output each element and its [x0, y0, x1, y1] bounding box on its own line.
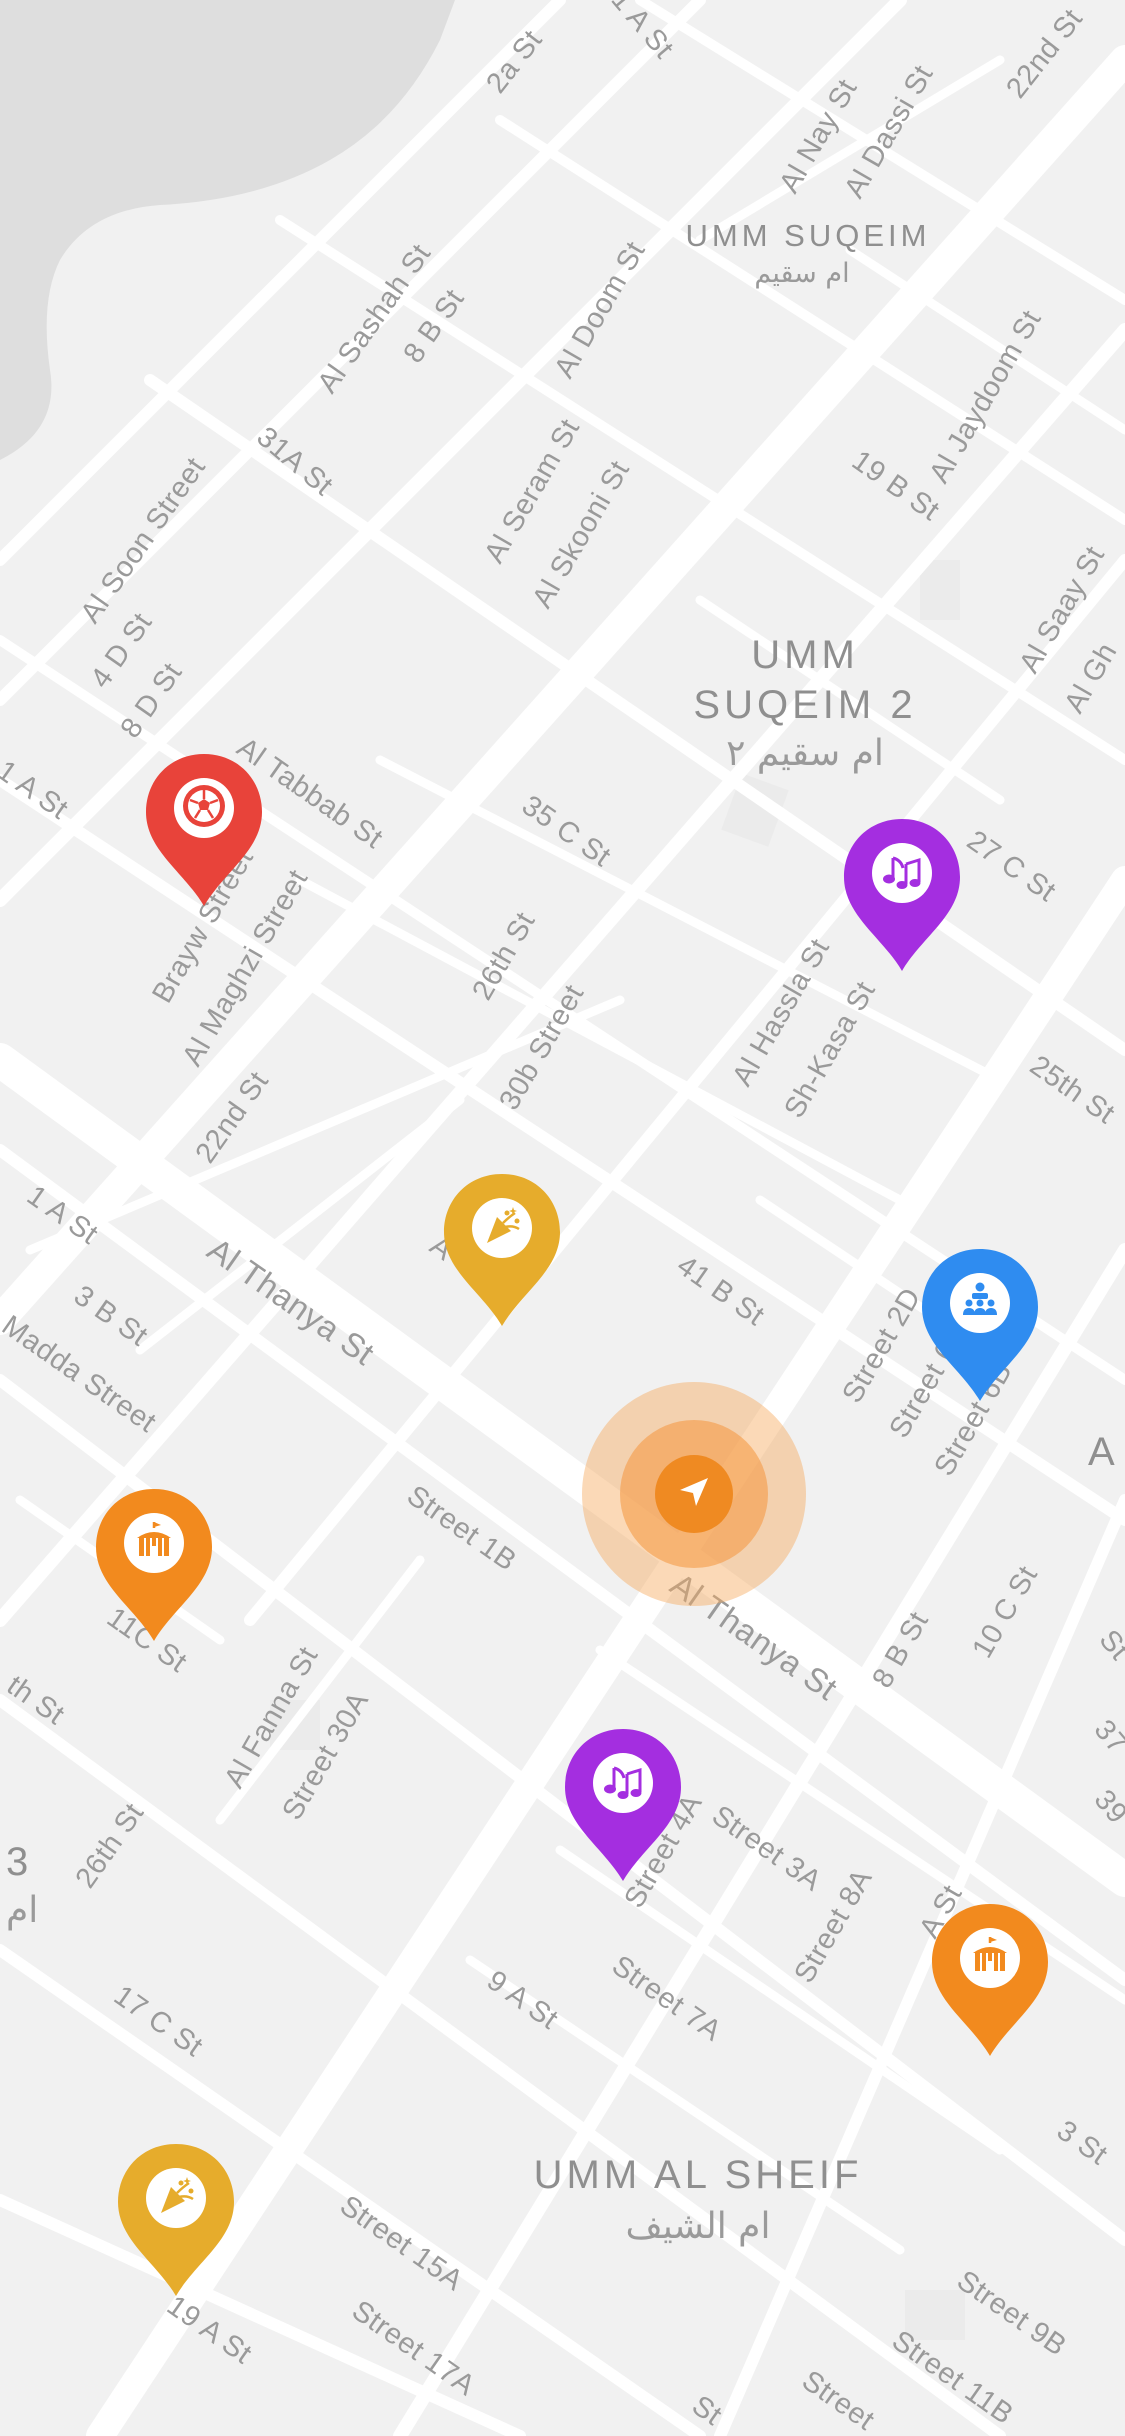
street-label: 25th St: [1024, 1050, 1121, 1131]
event-pin-sports[interactable]: [142, 750, 266, 910]
circus-tent-icon: [131, 1518, 177, 1569]
navigation-arrow-icon: [674, 1472, 714, 1517]
event-pin-circus[interactable]: [928, 1900, 1052, 2060]
user-location-marker[interactable]: [582, 1382, 806, 1606]
district-label-umm-suqeim-2-line1: UMM: [751, 633, 859, 677]
audience-icon: [956, 1277, 1004, 1330]
district-label-umm-al-sheif-ar: ام الشيف: [626, 2206, 771, 2247]
pin-icon-badge: [593, 1753, 653, 1813]
event-pin-party[interactable]: [440, 1170, 564, 1330]
street-label: Street 11B: [886, 2325, 1019, 2431]
street-label: Street 7A: [606, 1950, 727, 2048]
pin-icon-badge: [124, 1513, 184, 1573]
water-area: [0, 0, 455, 460]
event-pin-conference[interactable]: [918, 1245, 1042, 1405]
street-label: 17 C St: [108, 1980, 208, 2064]
pin-icon-badge: [174, 778, 234, 838]
district-label-partial-a: A: [1088, 1430, 1119, 1474]
event-pin-party[interactable]: [114, 2140, 238, 2300]
street-label: 39: [1088, 1784, 1125, 1830]
street-label: 9 A St: [481, 1965, 564, 2036]
pin-icon-badge: [146, 2168, 206, 2228]
soccer-ball-icon: [180, 782, 228, 835]
street-label: Al Doom St: [548, 236, 652, 383]
district-label-umm-suqeim: UMM SUQEIM: [686, 218, 931, 253]
street-label: 26th St: [70, 1798, 151, 1895]
party-popper-icon: [153, 2173, 199, 2224]
district-label-partial-ar: ام: [6, 1890, 38, 1931]
street-label: 3 St: [1051, 2115, 1113, 2172]
street-label: 22nd St: [1000, 3, 1089, 104]
street-label: Al Soon Street: [75, 452, 212, 629]
pin-icon-badge: [872, 843, 932, 903]
street-label: 19 B St: [846, 445, 945, 528]
street-label: St: [1093, 1624, 1125, 1666]
district-label-umm-al-sheif: UMM AL SHEIF: [534, 2153, 863, 2197]
street-label: 37: [1088, 1714, 1125, 1760]
map-canvas[interactable]: UMM SUQEIM ام سقيم UMM SUQEIM 2 ام سقيم …: [0, 0, 1125, 2436]
street-label: 27 C St: [961, 825, 1061, 909]
street-label: 41 B St: [671, 1250, 770, 1333]
district-label-partial-3: 3: [6, 1840, 32, 1884]
district-label-umm-suqeim-2-ar: ام سقيم ٢: [726, 733, 884, 774]
pin-icon-badge: [950, 1273, 1010, 1333]
street-label: 10 C St: [966, 1561, 1044, 1664]
street-label: 1 A St: [0, 755, 74, 826]
street-label: Street 9B: [951, 2265, 1072, 2363]
street-label: Street: [796, 2365, 880, 2436]
event-pin-music[interactable]: [840, 815, 964, 975]
street-label: Al Gh: [1058, 638, 1123, 719]
event-pin-circus[interactable]: [92, 1485, 216, 1645]
street-label: Al Sashah St: [312, 238, 438, 399]
circus-tent-icon: [967, 1933, 1013, 1984]
location-dot: [655, 1455, 733, 1533]
pin-icon-badge: [472, 1198, 532, 1258]
party-popper-icon: [479, 1203, 525, 1254]
music-notes-icon: [600, 1758, 646, 1809]
music-notes-icon: [879, 848, 925, 899]
pin-icon-badge: [960, 1928, 1020, 1988]
event-pin-music[interactable]: [561, 1725, 685, 1885]
street-label: Street 3A: [706, 1800, 827, 1898]
street-label: 3 B St: [68, 1280, 154, 1353]
district-label-umm-suqeim-ar: ام سقيم: [754, 258, 849, 289]
street-label: Street 15A: [334, 2190, 469, 2298]
district-label-umm-suqeim-2-line2: SUQEIM 2: [693, 683, 916, 727]
